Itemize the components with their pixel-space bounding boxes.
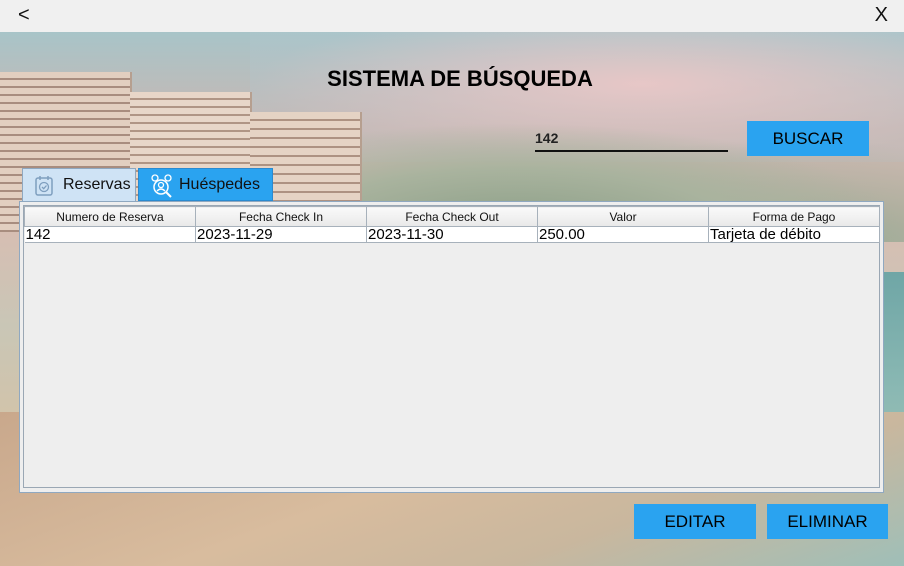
delete-button[interactable]: ELIMINAR [767, 504, 888, 539]
tab-reservas[interactable]: Reservas [22, 168, 136, 201]
search-button[interactable]: BUSCAR [747, 121, 869, 156]
column-header[interactable]: Forma de Pago [708, 206, 880, 227]
table-cell[interactable]: 2023-11-30 [366, 226, 538, 243]
table-cell[interactable]: 142 [24, 226, 196, 243]
table-cell[interactable]: 2023-11-29 [195, 226, 367, 243]
search-input[interactable] [535, 126, 728, 152]
title-bar: < X [0, 0, 904, 32]
tab-label: Huéspedes [179, 175, 260, 193]
close-button[interactable]: X [875, 4, 888, 27]
table-cell[interactable]: 250.00 [537, 226, 709, 243]
tab-huespedes[interactable]: Huéspedes [138, 168, 273, 201]
table-cell[interactable]: Tarjeta de débito [708, 226, 880, 243]
column-header[interactable]: Fecha Check In [195, 206, 367, 227]
edit-button[interactable]: EDITAR [634, 504, 756, 539]
page-title: SISTEMA DE BÚSQUEDA [327, 66, 593, 91]
column-header[interactable]: Valor [537, 206, 709, 227]
column-header[interactable]: Fecha Check Out [366, 206, 538, 227]
column-header[interactable]: Numero de Reserva [24, 206, 196, 227]
tab-label: Reservas [63, 176, 131, 193]
calendar-check-icon [33, 173, 57, 197]
reservations-table: Numero de Reserva Fecha Check In Fecha C… [24, 206, 880, 243]
table-header-row: Numero de Reserva Fecha Check In Fecha C… [24, 206, 880, 227]
guests-search-icon [149, 173, 173, 198]
reservations-table-scrollpane[interactable]: Numero de Reserva Fecha Check In Fecha C… [23, 205, 880, 488]
table-row[interactable]: 142 2023-11-29 2023-11-30 250.00 Tarjeta… [24, 226, 880, 243]
back-button[interactable]: < [18, 4, 30, 27]
reservations-panel: Numero de Reserva Fecha Check In Fecha C… [19, 201, 884, 493]
